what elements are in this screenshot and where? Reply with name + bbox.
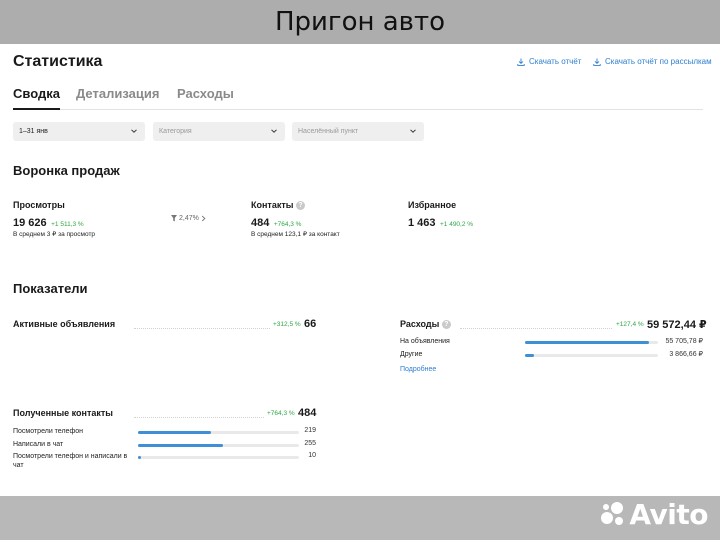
active-tab-indicator [13, 108, 60, 110]
views-value: 19 626 [13, 217, 47, 229]
contacts-bar-track [138, 431, 299, 434]
download-icon [517, 58, 525, 66]
favorites-value: 1 463 [408, 217, 436, 229]
download-mailing-label: Скачать отчёт по рассылкам [605, 57, 712, 66]
chevron-down-icon [271, 129, 277, 133]
contacts-bar-track [138, 444, 299, 447]
funnel-icon [171, 215, 177, 222]
favorites-delta: +1 490,2 % [439, 221, 474, 228]
avito-logo-text: Avito [629, 498, 708, 531]
received-contacts-label: Полученные контакты [13, 408, 113, 418]
expenses-row-value: 3 866,66 ₽ [669, 351, 703, 358]
more-details-link[interactable]: Подробнее [400, 366, 436, 373]
period-select[interactable]: 1–31 янв [13, 122, 145, 141]
category-placeholder: Категория [159, 128, 192, 135]
category-select[interactable]: Категория [153, 122, 285, 141]
contacts-label: Контакты [251, 200, 294, 210]
received-contacts-delta: +764,3 % [267, 410, 295, 417]
favorites-metric: 1 463 +1 490,2 % [408, 213, 473, 231]
leader-dots [134, 328, 270, 329]
page-title: Статистика [13, 53, 103, 70]
active-ads-value: 66 [304, 318, 317, 330]
expenses-label-row: Расходы ? [400, 319, 451, 330]
views-metric: 19 626 +1 511,3 % [13, 213, 84, 231]
chevron-right-icon [201, 215, 206, 222]
contacts-row-label: Посмотрели телефон [13, 428, 83, 435]
views-average: В среднем 3 ₽ за просмотр [13, 231, 96, 238]
contacts-metric: 484 +764,3 % [251, 213, 301, 231]
help-icon[interactable]: ? [441, 320, 451, 330]
tab-expenses[interactable]: Расходы [177, 86, 234, 101]
views-label: Просмотры [13, 200, 65, 210]
expenses-bar-track [525, 354, 658, 357]
contacts-value: 484 [251, 217, 270, 229]
contacts-row-label: Посмотрели телефон и написали в чат [13, 453, 128, 469]
avito-dots-icon [601, 501, 624, 525]
period-value: 1–31 янв [19, 128, 48, 135]
contacts-bar [138, 431, 211, 434]
tabs-divider [13, 109, 703, 110]
conversion-value: 2,47% [179, 215, 199, 222]
expenses-bar [525, 354, 534, 357]
contacts-row-value: 219 [304, 427, 316, 434]
expenses-row-label: Другие [400, 351, 423, 358]
contacts-row-label: Написали в чат [13, 441, 64, 448]
contacts-row-value: 255 [304, 440, 316, 447]
expenses-bar [525, 341, 650, 344]
contacts-bar [138, 444, 223, 447]
banner: Пригон авто [0, 0, 720, 44]
leader-dots [134, 417, 264, 418]
funnel-title: Воронка продаж [13, 163, 120, 178]
contacts-bar [138, 456, 142, 459]
avito-logo: Avito [600, 498, 708, 531]
views-delta: +1 511,3 % [51, 221, 84, 228]
expenses-label: Расходы [400, 319, 440, 329]
chevron-down-icon [410, 129, 416, 133]
download-report-label: Скачать отчёт [529, 57, 582, 66]
contacts-delta: +764,3 % [273, 221, 302, 228]
contacts-average: В среднем 123,1 ₽ за контакт [251, 231, 340, 238]
expenses-row-value: 55 705,78 ₽ [665, 338, 703, 345]
received-contacts-value: 484 [298, 407, 317, 419]
expenses-bar-track [525, 341, 658, 344]
expenses-delta: +127,4 % [616, 321, 644, 328]
download-mailing-report-link[interactable]: Скачать отчёт по рассылкам [593, 57, 712, 66]
help-icon[interactable]: ? [295, 201, 305, 211]
statistics-panel: Статистика Скачать отчёт Скачать отчёт п… [0, 44, 720, 496]
contacts-row-value: 10 [308, 452, 316, 459]
download-report-link[interactable]: Скачать отчёт [517, 57, 581, 66]
active-ads-label: Активные объявления [13, 319, 116, 329]
indicators-title: Показатели [13, 281, 88, 296]
tab-summary[interactable]: Сводка [13, 86, 60, 101]
tab-details[interactable]: Детализация [76, 86, 159, 101]
city-select[interactable]: Населённый пункт [292, 122, 424, 141]
banner-title: Пригон авто [274, 7, 446, 37]
expenses-value: 59 572,44 ₽ [647, 319, 707, 331]
favorites-label: Избранное [408, 200, 457, 210]
chevron-down-icon [131, 129, 137, 133]
contacts-bar-track [138, 456, 299, 459]
leader-dots [460, 328, 612, 329]
conversion-link[interactable]: 2,47% [171, 215, 206, 222]
city-placeholder: Населённый пункт [298, 128, 359, 135]
active-ads-delta: +312,5 % [273, 321, 301, 328]
download-icon [593, 58, 601, 66]
expenses-row-label: На объявления [400, 338, 450, 345]
contacts-label-row: Контакты ? [251, 200, 305, 211]
